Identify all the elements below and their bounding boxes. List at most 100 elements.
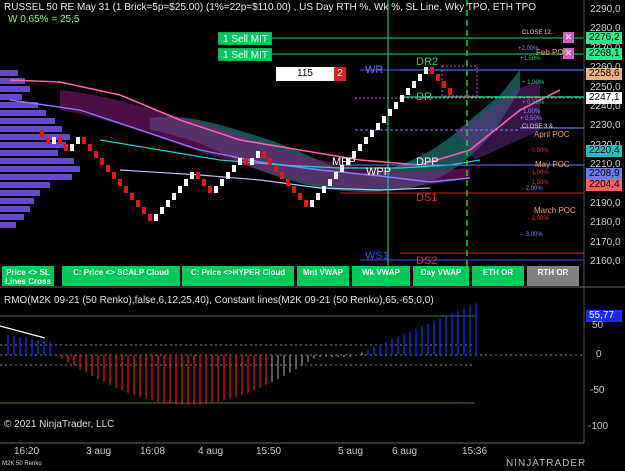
renko-brick [232,165,236,172]
renko-brick [394,102,398,109]
renko-brick [166,200,170,207]
label-plus-2: +2,00% [518,46,539,52]
label-plus-1-5: +1,50% [520,56,541,62]
price-tag-last: 2247,1 [586,92,622,104]
renko-brick [220,179,224,186]
price-axis-tick: 2160,0 [590,256,621,268]
renko-brick [136,200,140,207]
renko-brick [400,95,404,102]
renko-brick [130,193,134,200]
chart-subtitle: W 0,65% = 25,5 [8,14,80,25]
renko-brick [358,144,362,151]
renko-brick [118,179,122,186]
sell-mit-order-2[interactable]: 1 Sell MIT [218,48,272,61]
renko-brick [88,144,92,151]
wk-vwap-button[interactable]: Wk VWAP [352,266,410,286]
renko-brick [322,186,326,193]
level-mpp: MPP [332,156,356,168]
price-sl-cross-button[interactable]: Price <> SL Lines Cross [2,266,54,286]
label-may-poc: May POC [535,160,570,169]
renko-brick [112,172,116,179]
level-dpp: DPP [416,156,439,168]
renko-brick [280,172,284,179]
renko-brick [154,214,158,221]
price-axis-tick: 2170,0 [590,236,621,248]
cancel-order-1-icon[interactable]: ✕ [563,32,574,43]
renko-brick [124,186,128,193]
copyright: © 2021 NinjaTrader, LLC [4,419,115,430]
price-tag-sell-2: 2268,1 [586,48,622,60]
renko-brick [448,88,452,95]
price-axis-tick: 2180,0 [590,217,621,229]
hyper-cloud-button[interactable]: C: Price <>HYPER Cloud [182,266,294,286]
level-ws1: WS1 [365,250,389,262]
ind-axis-minus-50: -50 [590,385,605,396]
renko-brick [442,81,446,88]
renko-brick [238,158,242,165]
chart-title: RUSSEL 50 RE May 31 (1 Brick=5p=$25.00) … [4,2,537,13]
renko-brick [370,130,374,137]
renko-brick [76,137,80,144]
indicator-label: RMO(M2K 09-21 (50 Renko),false,6,12,25,4… [4,295,434,306]
renko-brick [160,207,164,214]
level-wpp: WPP [366,166,392,178]
renko-brick [418,74,422,81]
mnt-vwap-button[interactable]: Mnt VWAP [297,266,349,286]
brand-logo: NINJATRADER [506,458,587,469]
renko-brick [52,137,56,144]
renko-brick [100,158,104,165]
renko-brick [292,186,296,193]
rth-or-button[interactable]: RTH OR [527,266,579,286]
renko-brick [436,74,440,81]
price-tag-ds1: 2204,4 [586,179,622,191]
renko-brick [172,193,176,200]
rmo-histogram [7,303,477,405]
renko-brick [178,186,182,193]
level-wr: WR [365,64,384,76]
level-dr: DR [416,91,432,103]
renko-brick [142,207,146,214]
label-feb-poc: Feb POC [536,48,570,57]
price-tag-cloud: 2220,4 [586,145,622,157]
renko-brick [190,172,194,179]
renko-brick [202,179,206,186]
label-close: CLOSE 12.. [522,30,555,36]
renko-brick [148,214,152,221]
label-wk-plus-0-5: + 0,50% [520,116,543,122]
renko-brick [310,200,314,207]
renko-brick [64,144,68,151]
renko-brick [412,81,416,88]
renko-brick [376,123,380,130]
level-ds1: DS1 [416,192,438,204]
sell-mit-order-1[interactable]: 1 Sell MIT [218,32,272,45]
renko-brick [226,172,230,179]
time-label-6: 5 aug [338,446,364,457]
price-tag-sell-1: 2276,2 [586,32,622,44]
price-axis-tick: 2290,0 [590,4,621,15]
label-march-poc: March POC [534,206,576,215]
renko-brick [82,137,86,144]
ind-axis-50: 50 [592,320,604,331]
order-quantity-field[interactable]: 115 [276,67,334,81]
label-minus-0-5: - 0,50% [528,148,549,154]
renko-brick [298,193,302,200]
renko-brick [106,165,110,172]
scalp-cloud-button[interactable]: C: Price <> SCALP Cloud [62,266,180,286]
time-label-7: 6 aug [392,446,418,457]
renko-brick [250,158,254,165]
label-wk-minus-2: - 2,00% [522,186,543,192]
time-label-4: 4 aug [198,446,224,457]
price-tag-target: 2258,6 [586,68,622,80]
ind-axis-minus-100: -100 [588,421,609,432]
order-count-badge[interactable]: 2 [334,67,346,81]
renko-brick [328,179,332,186]
renko-brick [364,137,368,144]
label-plus-1: + 1,00% [522,80,545,86]
renko-brick [406,88,410,95]
instrument-label: M2K 50 Renko [2,461,42,467]
time-label-3: 16:08 [140,446,166,457]
label-minus-2: - 2,00% [528,216,549,222]
day-vwap-button[interactable]: Day VWAP [413,266,469,286]
renko-brick [274,165,278,172]
eth-or-button[interactable]: ETH OR [472,266,524,286]
